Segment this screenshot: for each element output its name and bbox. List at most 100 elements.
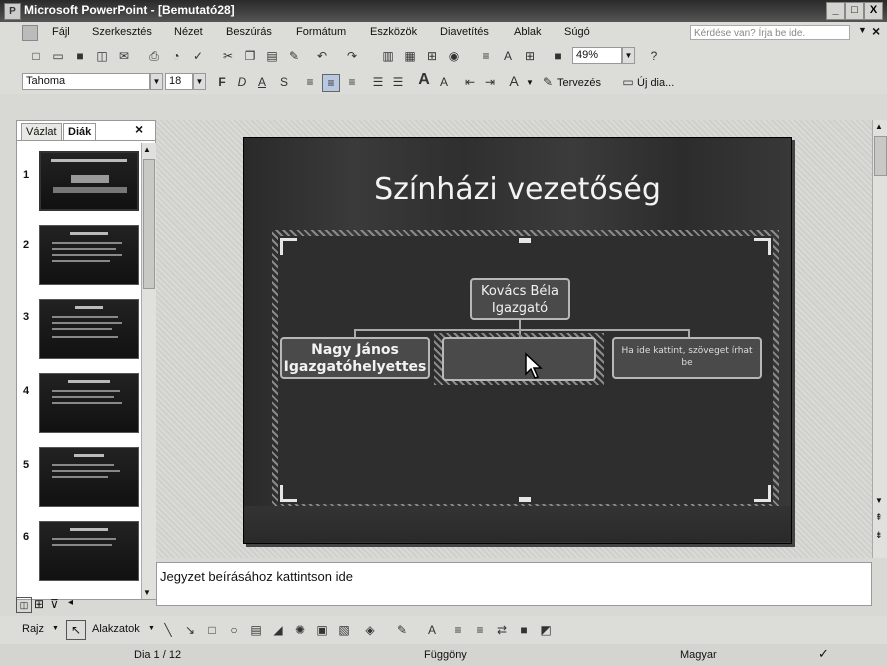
arrow-icon[interactable]: ↘ <box>182 622 198 638</box>
scroll-down-icon[interactable]: ▼ <box>875 496 883 505</box>
powerpoint-app-icon[interactable]: P <box>4 3 21 20</box>
clip-art-icon[interactable]: ▣ <box>314 622 330 638</box>
rectangle-icon[interactable]: □ <box>204 622 220 638</box>
slide-thumbnail-5[interactable] <box>39 447 139 507</box>
document-icon[interactable] <box>22 25 38 41</box>
show-formatting-icon[interactable]: A <box>500 48 516 64</box>
resize-handle-top[interactable] <box>519 238 531 243</box>
slide-thumbnail-3[interactable] <box>39 299 139 359</box>
design-icon[interactable]: ✎ <box>540 74 556 90</box>
menu-view[interactable]: Nézet <box>174 26 203 38</box>
numbering-icon[interactable]: ☰ <box>370 74 386 90</box>
oval-icon[interactable]: ○ <box>226 622 242 638</box>
diagram-icon[interactable]: ✺ <box>292 622 308 638</box>
paste-icon[interactable]: ▤ <box>264 48 280 64</box>
menu-tools[interactable]: Eszközök <box>370 26 417 38</box>
new-slide-button[interactable]: Új dia... <box>637 77 674 89</box>
wordart-icon[interactable]: ◢ <box>270 622 286 638</box>
previous-slide-icon[interactable]: ⇞ <box>875 512 883 523</box>
expand-all-icon[interactable]: ≡ <box>478 48 494 64</box>
email-icon[interactable]: ✉ <box>116 48 132 64</box>
increase-font-icon[interactable]: A <box>416 72 432 88</box>
resize-handle-corner[interactable] <box>754 238 771 255</box>
decrease-font-icon[interactable]: A <box>436 74 452 90</box>
menu-slideshow[interactable]: Diavetítés <box>440 26 489 38</box>
help-dropdown-icon[interactable]: ▼ <box>858 25 867 35</box>
pane-scrollbar[interactable]: ▲ ▼ <box>141 143 156 599</box>
slide-thumbnail-6[interactable] <box>39 521 139 581</box>
italic-icon[interactable]: D <box>234 74 250 90</box>
resize-handle-corner[interactable] <box>280 238 297 255</box>
show-grid-icon[interactable]: ⊞ <box>522 48 538 64</box>
next-slide-icon[interactable]: ⇟ <box>875 530 883 541</box>
maximize-button[interactable]: □ <box>845 2 864 20</box>
slide-thumbnail-1[interactable] <box>39 151 139 211</box>
undo-icon[interactable]: ↶ <box>314 48 330 64</box>
org-node-placeholder[interactable]: Ha ide kattint, szöveget írhat be <box>612 337 762 379</box>
print-icon[interactable]: ⎙ <box>146 48 162 64</box>
redo-icon[interactable]: ↷ <box>344 48 360 64</box>
org-node-director[interactable]: Kovács Béla Igazgató <box>470 278 570 320</box>
arrow-style-icon[interactable]: ⇄ <box>494 622 510 638</box>
spelling-icon[interactable]: ✓ <box>190 48 206 64</box>
new-slide-icon[interactable]: ▭ <box>620 74 636 90</box>
new-icon[interactable]: □ <box>28 48 44 64</box>
design-button[interactable]: Tervezés <box>557 77 601 89</box>
zoom-combo[interactable]: 49% <box>572 47 622 64</box>
help-icon[interactable]: ? <box>646 48 662 64</box>
minimize-button[interactable]: _ <box>826 2 845 20</box>
draw-menu-dropdown-icon[interactable]: ▼ <box>52 625 59 632</box>
increase-indent-icon[interactable]: ⇥ <box>482 74 498 90</box>
line-icon[interactable]: ╲ <box>160 622 176 638</box>
org-node-empty-selected[interactable] <box>442 337 596 381</box>
menu-insert[interactable]: Beszúrás <box>226 26 272 38</box>
font-color-icon[interactable]: A <box>506 73 522 89</box>
3d-style-icon[interactable]: ◩ <box>538 622 554 638</box>
font-size-dropdown-icon[interactable]: ▼ <box>193 73 206 90</box>
slide-title[interactable]: Színházi vezetőség <box>244 172 791 207</box>
font-color-dropdown-icon[interactable]: ▼ <box>526 78 534 87</box>
slide-scrollbar[interactable]: ▲ ▼ ⇞ ⇟ <box>872 120 887 558</box>
bullets-icon[interactable]: ☰ <box>390 74 406 90</box>
permission-icon[interactable]: ◫ <box>94 48 110 64</box>
scroll-left-icon[interactable]: ◂ <box>68 597 73 608</box>
draw-menu-button[interactable]: Rajz <box>22 623 44 635</box>
slide-thumbnail-2[interactable] <box>39 225 139 285</box>
menu-file[interactable]: Fájl <box>52 26 70 38</box>
scroll-up-icon[interactable]: ▲ <box>875 122 883 131</box>
picture-icon[interactable]: ▧ <box>336 622 352 638</box>
save-icon[interactable]: ■ <box>72 48 88 64</box>
slide-thumbnail-4[interactable] <box>39 373 139 433</box>
slide-sorter-icon[interactable]: ⊞ <box>34 597 44 611</box>
copy-icon[interactable]: ❐ <box>242 48 258 64</box>
color-grayscale-icon[interactable]: ■ <box>550 48 566 64</box>
zoom-dropdown-icon[interactable]: ▼ <box>622 47 635 64</box>
shadow-icon[interactable]: S <box>276 74 292 90</box>
slide-canvas[interactable]: Színházi vezetőség Kovács Béla Igazgató … <box>243 137 792 544</box>
pane-close-button[interactable]: × <box>135 121 143 137</box>
format-painter-icon[interactable]: ✎ <box>286 48 302 64</box>
insert-table-icon[interactable]: ▦ <box>402 48 418 64</box>
print-preview-icon[interactable]: ◔ <box>168 48 184 64</box>
font-size-combo[interactable]: 18 <box>165 73 193 90</box>
open-icon[interactable]: ▭ <box>50 48 66 64</box>
shadow-style-icon[interactable]: ■ <box>516 622 532 638</box>
help-question-input[interactable]: Kérdése van? Írja be ide. <box>690 25 850 40</box>
decrease-indent-icon[interactable]: ⇤ <box>462 74 478 90</box>
slideshow-icon[interactable]: ⊽ <box>50 597 59 611</box>
scroll-up-icon[interactable]: ▲ <box>143 145 151 154</box>
align-left-icon[interactable]: ≡ <box>302 74 318 90</box>
resize-handle-bottom[interactable] <box>519 497 531 502</box>
font-color-icon[interactable]: A <box>424 622 440 638</box>
resize-handle-corner[interactable] <box>754 485 771 502</box>
document-close-button[interactable]: × <box>872 23 880 39</box>
insert-hyperlink-icon[interactable]: ◉ <box>446 48 462 64</box>
font-name-combo[interactable]: Tahoma <box>22 73 150 90</box>
dash-style-icon[interactable]: ≡ <box>472 622 488 638</box>
menu-edit[interactable]: Szerkesztés <box>92 26 152 38</box>
cut-icon[interactable]: ✂ <box>220 48 236 64</box>
autoshapes-dropdown-icon[interactable]: ▼ <box>148 625 155 632</box>
line-style-icon[interactable]: ≡ <box>450 622 466 638</box>
autoshapes-menu-button[interactable]: Alakzatok <box>92 623 140 635</box>
insert-chart-icon[interactable]: ▥ <box>380 48 396 64</box>
